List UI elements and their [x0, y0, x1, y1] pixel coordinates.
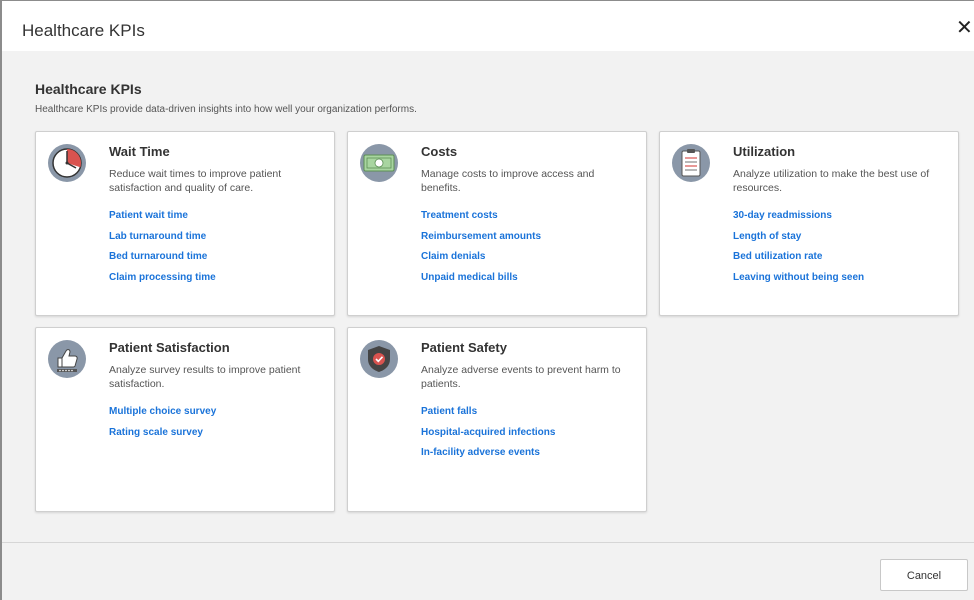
page-description: Healthcare KPIs provide data-driven insi…	[35, 104, 417, 115]
card-title: Patient Satisfaction	[109, 340, 230, 355]
card-description: Manage costs to improve access and benef…	[421, 168, 595, 194]
close-icon[interactable]: ✕	[956, 17, 974, 39]
card-description: Analyze adverse events to prevent harm t…	[421, 364, 621, 390]
kpi-link-claim-denials[interactable]: Claim denials	[421, 250, 541, 271]
money-icon	[359, 143, 399, 183]
kpi-card-wait-time: Wait Time Reduce wait times to improve p…	[35, 131, 335, 316]
card-title: Wait Time	[109, 144, 170, 159]
card-links: Patient falls Hospital-acquired infectio…	[421, 405, 555, 467]
dialog-title: Healthcare KPIs	[22, 21, 145, 40]
kpi-link-multiple-choice-survey[interactable]: Multiple choice survey	[109, 405, 216, 426]
card-links: Treatment costs Reimbursement amounts Cl…	[421, 209, 541, 291]
card-links: Multiple choice survey Rating scale surv…	[109, 405, 216, 446]
kpi-link-patient-falls[interactable]: Patient falls	[421, 405, 555, 426]
kpi-card-utilization: Utilization Analyze utilization to make …	[659, 131, 959, 316]
kpi-dialog: Healthcare KPIs ✕ Healthcare KPIs Health…	[0, 0, 974, 600]
clock-icon	[47, 143, 87, 183]
kpi-link-bed-turnaround-time[interactable]: Bed turnaround time	[109, 250, 216, 271]
kpi-link-treatment-costs[interactable]: Treatment costs	[421, 209, 541, 230]
kpi-card-costs: Costs Manage costs to improve access and…	[347, 131, 647, 316]
card-title: Utilization	[733, 144, 796, 159]
kpi-link-in-facility-adverse-events[interactable]: In-facility adverse events	[421, 446, 555, 467]
cancel-button[interactable]: Cancel	[880, 559, 968, 591]
card-title: Costs	[421, 144, 458, 159]
clipboard-icon	[671, 143, 711, 183]
kpi-link-rating-scale-survey[interactable]: Rating scale survey	[109, 426, 216, 447]
dialog-body: Healthcare KPIs Healthcare KPIs provide …	[2, 51, 974, 543]
shield-check-icon	[359, 339, 399, 379]
kpi-link-length-of-stay[interactable]: Length of stay	[733, 230, 864, 251]
page-heading: Healthcare KPIs	[35, 81, 142, 97]
kpi-card-patient-safety: Patient Safety Analyze adverse events to…	[347, 327, 647, 512]
kpi-card-patient-satisfaction: Patient Satisfaction Analyze survey resu…	[35, 327, 335, 512]
kpi-link-patient-wait-time[interactable]: Patient wait time	[109, 209, 216, 230]
card-description: Analyze utilization to make the best use…	[733, 168, 930, 194]
kpi-link-leaving-without-being-seen[interactable]: Leaving without being seen	[733, 271, 864, 292]
dialog-footer: Cancel	[2, 543, 974, 600]
kpi-link-hospital-acquired-infections[interactable]: Hospital-acquired infections	[421, 426, 555, 447]
kpi-link-reimbursement-amounts[interactable]: Reimbursement amounts	[421, 230, 541, 251]
card-links: Patient wait time Lab turnaround time Be…	[109, 209, 216, 291]
kpi-link-claim-processing-time[interactable]: Claim processing time	[109, 271, 216, 292]
thumbs-up-icon	[47, 339, 87, 379]
kpi-link-30-day-readmissions[interactable]: 30-day readmissions	[733, 209, 864, 230]
kpi-link-bed-utilization-rate[interactable]: Bed utilization rate	[733, 250, 864, 271]
card-title: Patient Safety	[421, 340, 507, 355]
card-description: Analyze survey results to improve patien…	[109, 364, 301, 390]
card-links: 30-day readmissions Length of stay Bed u…	[733, 209, 864, 291]
dialog-titlebar: Healthcare KPIs ✕	[2, 1, 974, 51]
kpi-link-unpaid-medical-bills[interactable]: Unpaid medical bills	[421, 271, 541, 292]
kpi-link-lab-turnaround-time[interactable]: Lab turnaround time	[109, 230, 216, 251]
card-description: Reduce wait times to improve patient sat…	[109, 168, 282, 194]
